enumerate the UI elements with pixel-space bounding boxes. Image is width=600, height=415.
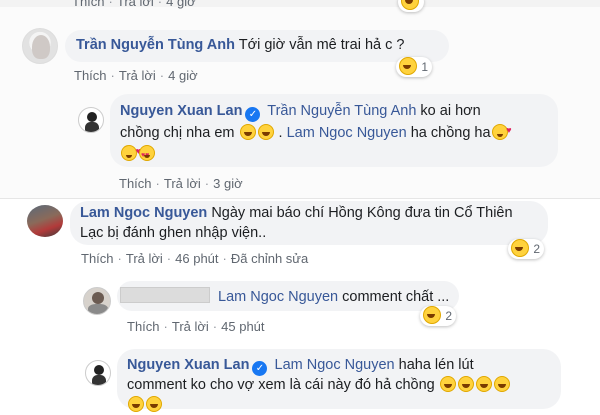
laughing-emoji-icon [257,124,274,140]
like-link[interactable]: Thích [127,319,160,334]
comment-actions: Thích · Trả lời · 3 giờ [119,176,243,191]
timestamp: 4 giờ [166,0,196,9]
comment-text: haha lén lút [398,357,474,373]
avatar[interactable] [83,287,111,315]
reaction-count: 2 [533,242,541,256]
reply-link[interactable]: Trả lời [126,251,163,266]
reaction-badge[interactable]: 1 [396,57,433,77]
laughing-emoji-icon [493,376,510,392]
heart-eyes-emoji-icon [139,145,155,165]
reply-link[interactable]: Trả lời [172,319,209,334]
reply-link[interactable]: Trả lời [117,0,154,9]
smiling-hearts-emoji-icon [121,142,141,161]
like-link[interactable]: Thích [81,251,114,266]
laughing-emoji-icon [239,124,256,140]
reaction-count: 1 [421,60,429,74]
timestamp: 3 giờ [213,176,243,191]
laughing-emoji-icon [457,376,474,392]
comment-text: comment chất ... [342,289,450,305]
reaction-badge[interactable] [398,0,424,12]
laughing-emoji-icon [128,396,144,412]
comment-text: Lạc bị đánh ghen nhập viện.. [80,225,267,241]
timestamp: 45 phút [221,319,265,334]
comment-bubble: Lam Ngoc Nguyen comment chất ... [117,281,459,311]
comment-actions: Thích · Trả lời · 45 phút [127,319,265,334]
laughing-emoji-icon [475,376,492,392]
like-link[interactable]: Thích [74,68,107,83]
reaction-count: 2 [445,309,453,323]
comment-author[interactable]: Nguyen Xuan Lan [120,103,242,119]
mention-link[interactable]: Lam Ngoc Nguyen [218,289,338,305]
comment-text: Ngày mai báo chí Hồng Kông đưa tin Cổ Th… [211,205,513,221]
comment-text: . [278,125,283,141]
comment-bubble: Nguyen Xuan Lan ✓ Lam Ngoc Nguyen haha lé… [117,349,561,412]
comments-screenshot-bottom: Lam Ngoc Nguyen Ngày mai báo chí Hồng Kô… [0,198,600,412]
comment-bubble: Nguyen Xuan Lan ✓ Trần Nguyễn Tùng Anh ko… [110,94,558,167]
like-link[interactable]: Thích [72,0,105,9]
comment-author[interactable]: Trần Nguyễn Tùng Anh [76,37,235,53]
comment-actions: Thích · Trả lời · 4 giờ [74,68,198,83]
comment-text: Tới giờ vẫn mê trai hả c ? [238,37,405,53]
reply-link[interactable]: Trả lời [164,176,201,191]
comments-screenshot-top: Thích · Trả lời · 4 giờ Trần Nguyễn Tùng Anh… [0,0,600,198]
laughing-emoji-icon [423,306,441,324]
verified-badge-icon: ✓ [245,107,261,122]
reaction-badge[interactable]: 2 [420,306,457,326]
smiling-hearts-emoji-icon [491,121,512,140]
comment-author[interactable]: Lam Ngoc Nguyen [80,205,207,221]
reaction-badge[interactable]: 2 [508,239,545,259]
avatar[interactable] [78,107,104,133]
reply-link[interactable]: Trả lời [119,68,156,83]
mention-link[interactable]: Lam Ngoc Nguyen [287,125,407,141]
comment-author[interactable]: Nguyen Xuan Lan [127,357,249,373]
mention-link[interactable]: Lam Ngoc Nguyen [275,357,395,373]
laughing-emoji-icon [401,0,419,10]
blurred-author-name [120,287,210,303]
like-link[interactable]: Thích [119,176,152,191]
verified-badge-icon: ✓ [252,361,268,376]
comment-bubble: Lam Ngoc Nguyen Ngày mai báo chí Hồng Kô… [70,201,548,245]
laughing-emoji-icon [511,239,529,257]
timestamp: 46 phút [175,251,219,266]
comment-actions: Thích · Trả lời · 46 phút · Đã chỉnh sửa [81,251,309,266]
laughing-emoji-icon [146,396,162,412]
avatar[interactable] [22,28,58,64]
mention-link[interactable]: Trần Nguyễn Tùng Anh [267,103,416,119]
top-comment-actions: Thích · Trả lời · 4 giờ [72,0,196,9]
avatar[interactable] [85,360,111,386]
timestamp: 4 giờ [168,68,198,83]
laughing-emoji-icon [399,57,417,75]
comment-bubble: Trần Nguyễn Tùng Anh Tới giờ vẫn mê trai… [65,30,449,62]
comment-text: chồng chị nha em [120,125,235,141]
comment-text: comment ko cho vợ xem là cái này đó hả c… [127,377,435,393]
laughing-emoji-icon [439,376,456,392]
comment-text: ha chồng ha [410,125,491,141]
avatar[interactable] [27,205,63,237]
edited-label: Đã chỉnh sửa [230,251,309,266]
comment-text: ko ai hơn [420,103,481,119]
